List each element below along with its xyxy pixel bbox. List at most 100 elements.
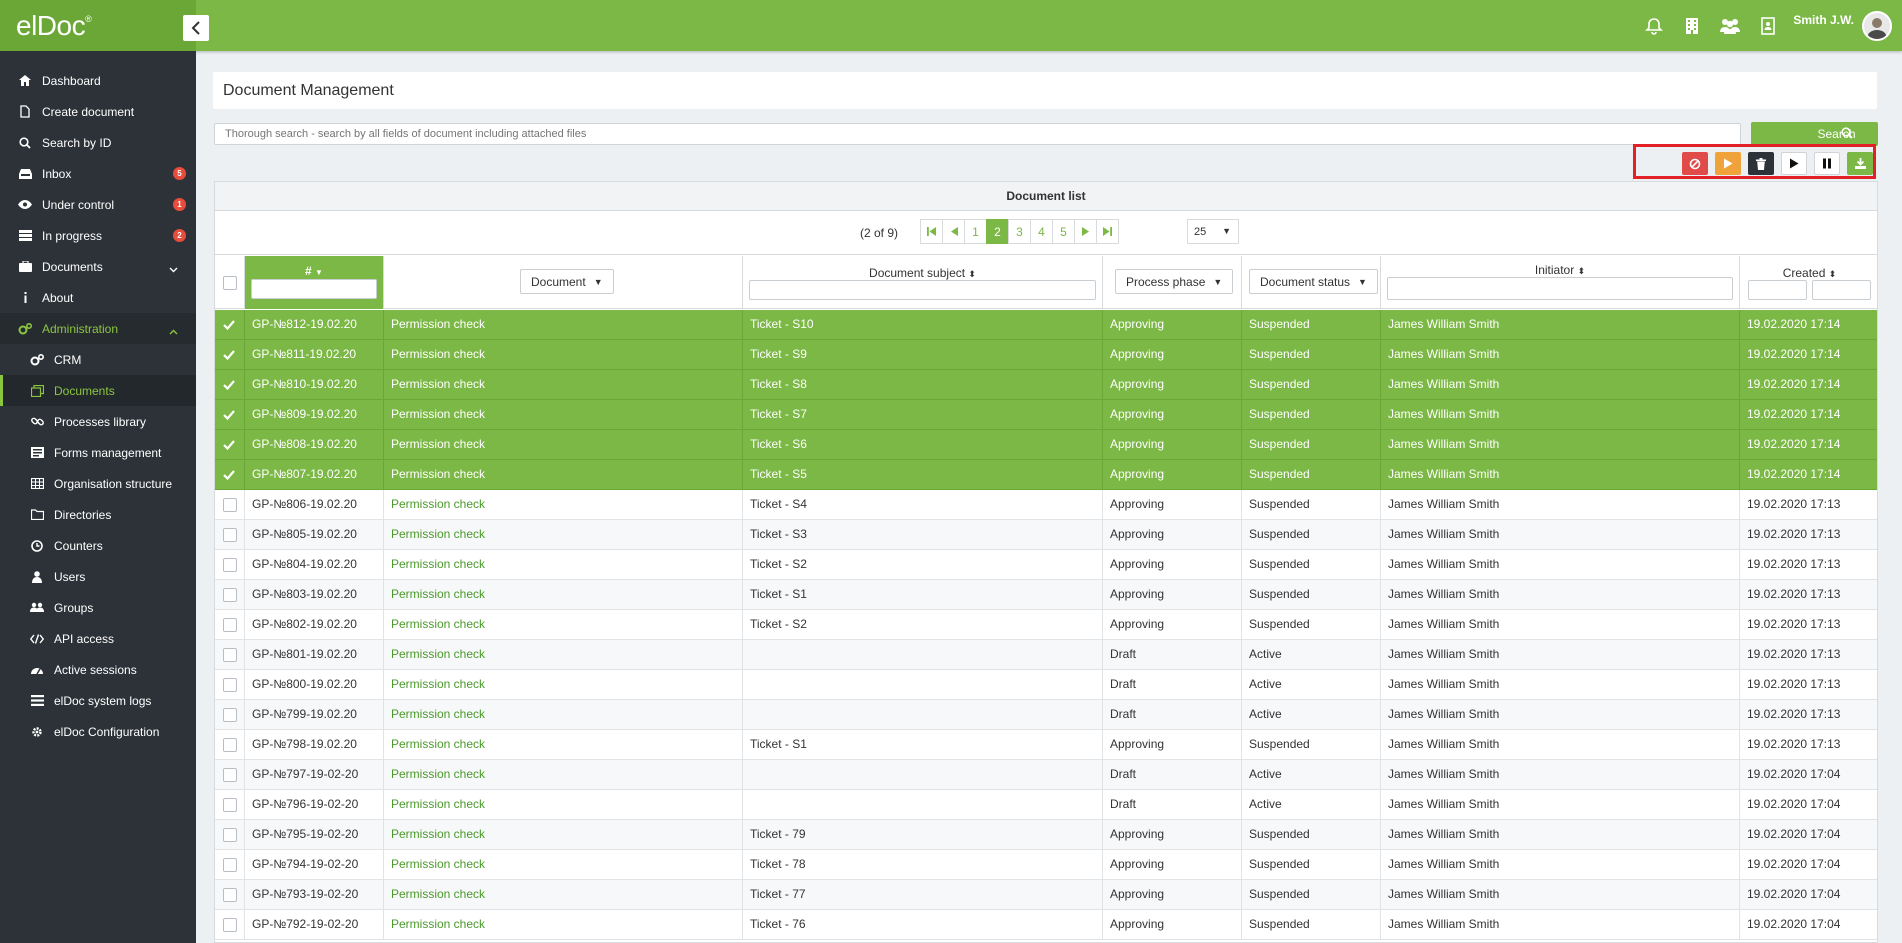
groups-button[interactable] (1711, 0, 1749, 51)
subject-filter-input[interactable] (749, 280, 1096, 300)
sidebar-item-create-document[interactable]: Create document (0, 96, 196, 127)
checkmark-icon[interactable] (223, 380, 235, 390)
row-checkbox[interactable] (223, 918, 237, 932)
cell-document[interactable]: Permission check (384, 370, 743, 400)
cancel-button[interactable] (1682, 152, 1708, 175)
sidebar-item-directories[interactable]: Directories (0, 499, 196, 530)
resume-button[interactable] (1781, 152, 1807, 175)
page-button-1[interactable]: 1 (964, 219, 987, 244)
sidebar-item-groups[interactable]: Groups (0, 592, 196, 623)
table-row[interactable]: GP-№810-19.02.20 Permission check Ticket -… (215, 370, 1877, 400)
header-created[interactable]: Created ⬍ (1740, 256, 1877, 309)
row-checkbox[interactable] (223, 588, 237, 602)
page-size-select[interactable]: 25 ▼ (1187, 219, 1239, 244)
cell-document[interactable]: Permission check (384, 700, 743, 730)
page-button-2[interactable]: 2 (986, 219, 1009, 244)
table-row[interactable]: GP-№806-19.02.20 Permission check Ticket -… (215, 490, 1877, 520)
table-row[interactable]: GP-№798-19.02.20 Permission check Ticket -… (215, 730, 1877, 760)
row-checkbox[interactable] (223, 498, 237, 512)
row-checkbox[interactable] (223, 708, 237, 722)
number-filter-input[interactable] (251, 279, 377, 299)
cell-document[interactable]: Permission check (384, 520, 743, 550)
table-row[interactable]: GP-№802-19.02.20 Permission check Ticket -… (215, 610, 1877, 640)
avatar[interactable] (1862, 10, 1892, 41)
row-checkbox[interactable] (223, 858, 237, 872)
cell-document[interactable]: Permission check (384, 490, 743, 520)
table-row[interactable]: GP-№805-19.02.20 Permission check Ticket -… (215, 520, 1877, 550)
page-button-5[interactable]: 5 (1052, 219, 1075, 244)
checkmark-icon[interactable] (223, 410, 235, 420)
checkmark-icon[interactable] (223, 320, 235, 330)
cell-document[interactable]: Permission check (384, 400, 743, 430)
sidebar-item-users[interactable]: Users (0, 561, 196, 592)
prev-page-button[interactable] (942, 219, 965, 244)
header-initiator[interactable]: Initiator ⬍ (1381, 256, 1740, 309)
table-row[interactable]: GP-№799-19.02.20 Permission check Draft Act… (215, 700, 1877, 730)
table-row[interactable]: GP-№809-19.02.20 Permission check Ticket -… (215, 400, 1877, 430)
table-row[interactable]: GP-№804-19.02.20 Permission check Ticket -… (215, 550, 1877, 580)
logo[interactable]: elDoc® (16, 10, 92, 42)
organisation-button[interactable] (1673, 0, 1711, 51)
play-orange-button[interactable] (1715, 152, 1741, 175)
notifications-button[interactable] (1635, 0, 1673, 51)
row-checkbox[interactable] (223, 828, 237, 842)
table-row[interactable]: GP-№800-19.02.20 Permission check Draft Act… (215, 670, 1877, 700)
sidebar-item-documents[interactable]: Documents (0, 251, 196, 282)
row-checkbox[interactable] (223, 558, 237, 572)
header-number[interactable]: # ▼ (245, 256, 384, 309)
cell-document[interactable]: Permission check (384, 670, 743, 700)
row-checkbox[interactable] (223, 618, 237, 632)
sidebar-item-under-control[interactable]: Under control 1 (0, 189, 196, 220)
sidebar-item-processes-library[interactable]: Processes library (0, 406, 196, 437)
cell-document[interactable]: Permission check (384, 760, 743, 790)
sidebar-item-crm[interactable]: CRM (0, 344, 196, 375)
status-filter-dropdown[interactable]: Document status ▼ (1249, 269, 1378, 294)
first-page-button[interactable] (920, 219, 943, 244)
table-row[interactable]: GP-№793-19-02-20 Permission check Ticket -… (215, 880, 1877, 910)
sidebar-item-counters[interactable]: Counters (0, 530, 196, 561)
checkmark-icon[interactable] (223, 350, 235, 360)
created-from-input[interactable] (1748, 280, 1807, 300)
cell-document[interactable]: Permission check (384, 550, 743, 580)
row-checkbox[interactable] (223, 798, 237, 812)
download-button[interactable] (1847, 152, 1873, 175)
page-button-4[interactable]: 4 (1030, 219, 1053, 244)
checkmark-icon[interactable] (223, 440, 235, 450)
sidebar-item-active-sessions[interactable]: Active sessions (0, 654, 196, 685)
cell-document[interactable]: Permission check (384, 820, 743, 850)
page-button-3[interactable]: 3 (1008, 219, 1031, 244)
table-row[interactable]: GP-№797-19-02-20 Permission check Draft Act… (215, 760, 1877, 790)
sidebar-item-configuration[interactable]: elDoc Configuration (0, 716, 196, 747)
phase-filter-dropdown[interactable]: Process phase ▼ (1115, 269, 1234, 294)
table-row[interactable]: GP-№812-19.02.20 Permission check Ticket -… (215, 310, 1877, 340)
table-row[interactable]: GP-№808-19.02.20 Permission check Ticket -… (215, 430, 1877, 460)
row-checkbox[interactable] (223, 678, 237, 692)
sidebar-item-api-access[interactable]: API access (0, 623, 196, 654)
cell-document[interactable]: Permission check (384, 640, 743, 670)
initiator-filter-input[interactable] (1387, 277, 1733, 300)
cell-document[interactable]: Permission check (384, 460, 743, 490)
row-checkbox[interactable] (223, 648, 237, 662)
user-name[interactable]: Smith J.W. (1793, 13, 1854, 27)
suspend-button[interactable] (1814, 152, 1840, 175)
delete-button[interactable] (1748, 152, 1774, 175)
row-checkbox[interactable] (223, 738, 237, 752)
sidebar-item-in-progress[interactable]: In progress 2 (0, 220, 196, 251)
table-row[interactable]: GP-№807-19.02.20 Permission check Ticket -… (215, 460, 1877, 490)
search-input[interactable] (214, 123, 1741, 145)
directory-button[interactable] (1749, 0, 1787, 51)
cell-document[interactable]: Permission check (384, 340, 743, 370)
last-page-button[interactable] (1096, 219, 1119, 244)
table-row[interactable]: GP-№801-19.02.20 Permission check Draft Act… (215, 640, 1877, 670)
cell-document[interactable]: Permission check (384, 910, 743, 940)
search-button[interactable]: Search (1751, 122, 1878, 146)
cell-document[interactable]: Permission check (384, 730, 743, 760)
next-page-button[interactable] (1074, 219, 1097, 244)
table-row[interactable]: GP-№811-19.02.20 Permission check Ticket -… (215, 340, 1877, 370)
header-subject[interactable]: Document subject ⬍ (743, 256, 1103, 309)
row-checkbox[interactable] (223, 768, 237, 782)
sidebar-collapse-button[interactable] (183, 15, 209, 41)
select-all-checkbox[interactable] (223, 276, 237, 290)
cell-document[interactable]: Permission check (384, 430, 743, 460)
sidebar-item-inbox[interactable]: Inbox 5 (0, 158, 196, 189)
